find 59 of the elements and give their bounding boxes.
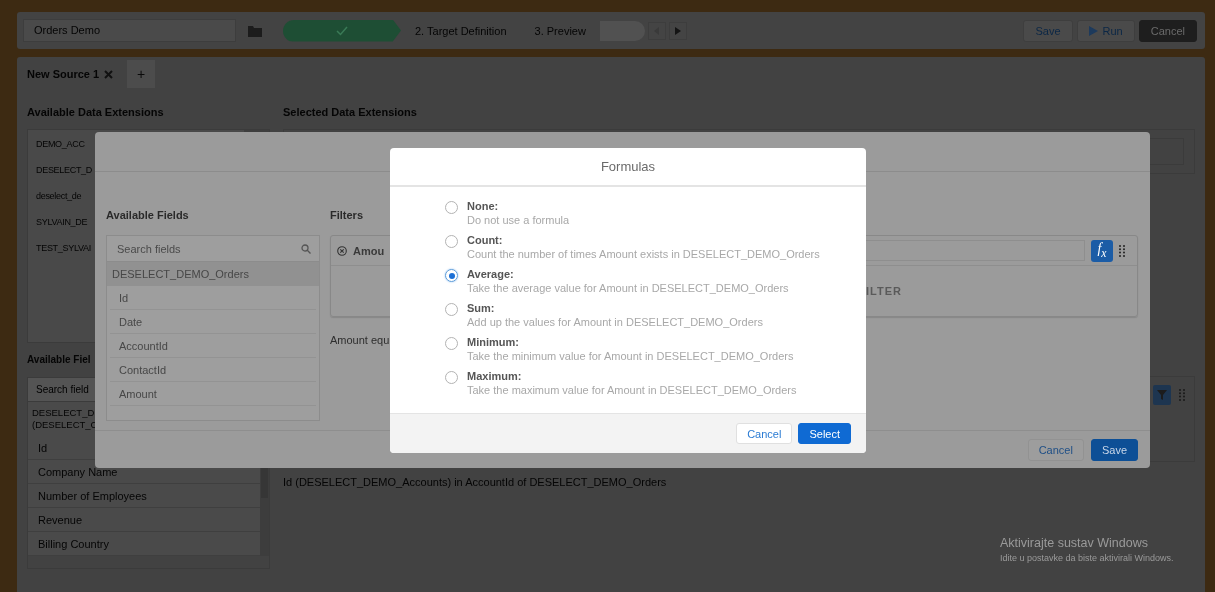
search-icon[interactable]: [301, 243, 311, 254]
group-header[interactable]: DESELECT_DEMO_Orders: [107, 262, 319, 286]
option-label: Minimum:: [467, 336, 520, 349]
option-description: Take the maximum value for Amount in DESELECT_DEMO_Orders: [467, 383, 797, 397]
cancel-button[interactable]: Cancel: [736, 423, 793, 444]
play-icon: [1088, 25, 1098, 36]
field-item[interactable]: Id: [110, 286, 316, 310]
option-description: Count the number of times Amount exists in DESELECT_DEMO_Orders: [467, 247, 820, 261]
filter-icon: [1157, 390, 1167, 400]
section-title: Selected Data Extensions: [283, 106, 418, 119]
option-label: Average:: [467, 268, 515, 281]
save-button[interactable]: Save: [1090, 438, 1138, 461]
field-item[interactable]: Revenue: [28, 508, 260, 532]
add-tab[interactable]: +: [127, 60, 156, 88]
completed-step[interactable]: [283, 19, 401, 42]
option-label: Maximum:: [467, 370, 523, 383]
wizard-step[interactable]: 3. Preview: [520, 19, 600, 42]
drag-handle-icon[interactable]: [1179, 389, 1185, 401]
option-label: Count:: [467, 234, 504, 247]
name-field[interactable]: Orders Demo: [23, 19, 236, 42]
field-item[interactable]: Date: [110, 310, 316, 334]
wizard-step[interactable]: 2. Target Definition: [401, 19, 521, 42]
section-title: Available Data Extensions: [27, 106, 165, 119]
activation-text: Idite u postavke da biste aktivirali Windows.: [1000, 553, 1174, 563]
source-tab[interactable]: New Source 1: [27, 60, 122, 88]
drag-handle-icon[interactable]: [1119, 244, 1125, 257]
relation-text: Id (DESELECT_DEMO_Accounts) in AccountId of DESELECT_DEMO_Orders: [283, 476, 668, 488]
option-label: Sum:: [467, 302, 496, 315]
dialog-title: Formulas: [600, 159, 656, 174]
select-button[interactable]: Select: [798, 423, 851, 444]
section-title: Filters: [330, 209, 363, 223]
remove-icon[interactable]: [337, 245, 347, 256]
formula-button[interactable]: f$_{x}$: [1091, 239, 1113, 262]
section-title: Available Fields: [106, 209, 189, 223]
cancel-button[interactable]: Cancel: [1027, 438, 1084, 461]
add-filter-link[interactable]: ILTER: [866, 285, 902, 297]
close-icon[interactable]: [104, 69, 114, 79]
save-button[interactable]: Save: [1023, 19, 1073, 42]
field-item[interactable]: Amount: [110, 382, 316, 406]
caret-right-icon: [674, 26, 681, 35]
field-item[interactable]: Number of Employees: [28, 484, 260, 508]
next-button[interactable]: [668, 21, 687, 40]
option-description: Add up the values for Amount in DESELECT_DEMO_Orders: [467, 315, 763, 329]
filter-summary: Amount equ: [330, 334, 390, 346]
check-icon: [336, 25, 348, 36]
field-item[interactable]: AccountId: [110, 334, 316, 358]
option-description: Take the minimum value for Amount in DESELECT_DEMO_Orders: [467, 349, 794, 363]
activation-title: Aktivirajte sustav Windows: [1000, 536, 1149, 550]
run-button[interactable]: Run: [1076, 19, 1135, 42]
folder-icon[interactable]: [248, 24, 262, 37]
field-item[interactable]: ContactId: [110, 358, 316, 382]
option-description: Take the average value for Amount in DESELECT_DEMO_Orders: [467, 281, 789, 295]
filter-field: Amou: [353, 244, 385, 257]
cancel-button[interactable]: Cancel: [1138, 19, 1197, 42]
option-description: Do not use a formula: [467, 213, 570, 227]
option-label: None:: [467, 200, 500, 213]
section-title: Available Fiel: [27, 354, 92, 367]
field-item[interactable]: Billing Country: [28, 532, 260, 556]
filter-button[interactable]: [1153, 385, 1171, 405]
